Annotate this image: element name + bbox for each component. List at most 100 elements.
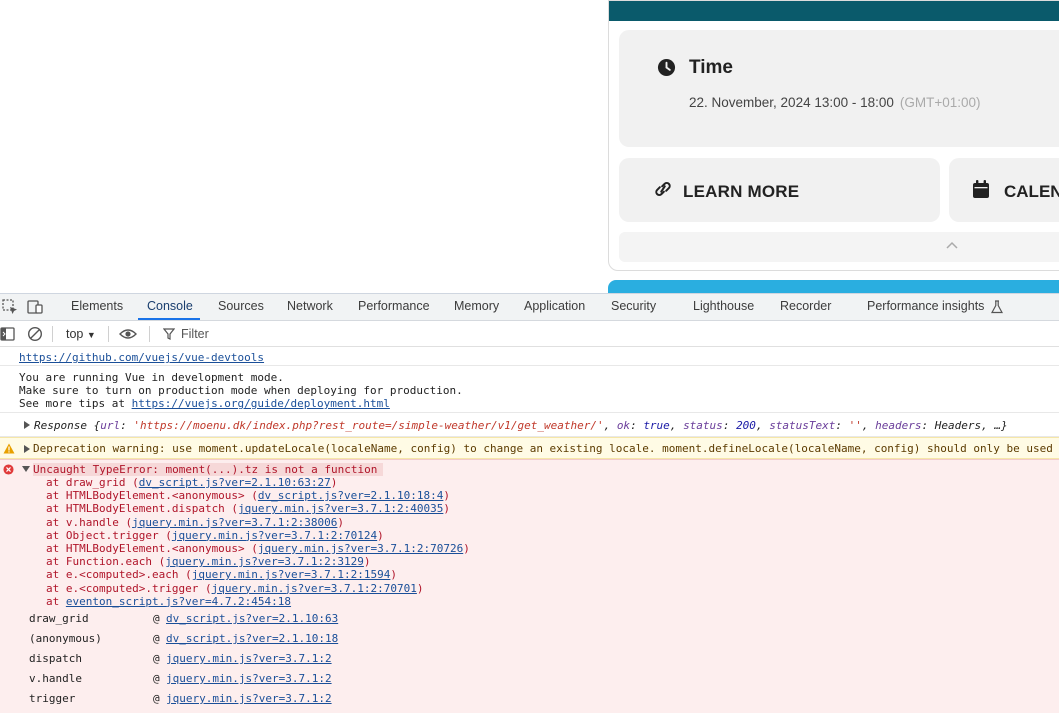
tab-network[interactable]: Network bbox=[287, 299, 333, 313]
call-frame-link[interactable]: dv_script.js?ver=2.1.10:18 bbox=[166, 632, 338, 645]
call-frame-function: dispatch bbox=[29, 652, 82, 665]
tab-performance-insights[interactable]: Performance insights bbox=[867, 299, 984, 313]
devtools-tabbar: Elements Console Sources Network Perform… bbox=[0, 294, 1059, 321]
stack-frame: at HTMLBodyElement.<anonymous> (dv_scrip… bbox=[46, 489, 450, 502]
response-key: url bbox=[100, 419, 121, 432]
learn-more-button[interactable]: LEARN MORE bbox=[619, 158, 940, 222]
response-value: true bbox=[643, 419, 670, 432]
context-selector[interactable]: top ▼ bbox=[66, 327, 96, 341]
stack-frame-text: at e.<computed>.each ( bbox=[46, 568, 192, 582]
console-message-response: Response {url: 'https://moenu.dk/index.p… bbox=[0, 413, 1059, 437]
tab-application[interactable]: Application bbox=[524, 299, 585, 313]
error-icon bbox=[3, 464, 14, 475]
expand-triangle-icon[interactable] bbox=[24, 421, 30, 429]
call-frame-function: draw_grid bbox=[29, 612, 89, 625]
context-value: top bbox=[66, 327, 84, 341]
next-card-header bbox=[608, 280, 1059, 293]
response-value: Headers, …} bbox=[934, 419, 1008, 432]
console-message: You are running Vue in development mode.… bbox=[0, 366, 1059, 413]
chevron-down-icon: ▼ bbox=[86, 330, 96, 340]
stack-frame: at Object.trigger (jquery.min.js?ver=3.7… bbox=[46, 529, 384, 542]
stack-frame-text: at HTMLBodyElement.dispatch ( bbox=[46, 502, 239, 516]
response-prefix: Response { bbox=[34, 419, 101, 432]
page-viewport: Time 22. November, 2024 13:00 - 18:00 (GM… bbox=[0, 0, 1059, 293]
response-value: 200 bbox=[736, 419, 756, 432]
stack-frame-text: ) bbox=[390, 568, 398, 582]
call-frame-at: @ bbox=[153, 612, 160, 625]
event-card: Time 22. November, 2024 13:00 - 18:00 (GM… bbox=[608, 0, 1059, 271]
add-to-calendar-button[interactable]: CALENI bbox=[949, 158, 1059, 222]
stack-frame-link[interactable]: dv_script.js?ver=2.1.10:63:27 bbox=[139, 476, 331, 489]
stack-frame-link[interactable]: jquery.min.js?ver=3.7.1:2:40035 bbox=[238, 502, 443, 515]
response-key: statusText bbox=[769, 419, 836, 432]
time-range: 22. November, 2024 13:00 - 18:00 bbox=[689, 95, 894, 110]
learn-more-label: LEARN MORE bbox=[683, 182, 800, 201]
stack-frame-link[interactable]: jquery.min.js?ver=3.7.1:2:70124 bbox=[172, 529, 377, 542]
time-value: 22. November, 2024 13:00 - 18:00 (GMT+01:… bbox=[689, 95, 981, 110]
tab-lighthouse[interactable]: Lighthouse bbox=[693, 299, 754, 313]
tab-sources[interactable]: Sources bbox=[218, 299, 264, 313]
toolbar-separator bbox=[149, 326, 150, 342]
toolbar-separator bbox=[108, 326, 109, 342]
warning-icon bbox=[3, 443, 15, 454]
tab-security[interactable]: Security bbox=[611, 299, 656, 313]
stack-frame-link[interactable]: jquery.min.js?ver=3.7.1:2:70726 bbox=[258, 542, 463, 555]
stack-frame-link[interactable]: jquery.min.js?ver=3.7.1:2:70701 bbox=[212, 582, 417, 595]
stack-frame-text: ) bbox=[443, 489, 450, 503]
clock-icon bbox=[657, 58, 676, 77]
warning-text: Deprecation warning: use moment.updateLo… bbox=[33, 442, 1053, 455]
stack-frame-link[interactable]: eventon_script.js?ver=4.7.2:454:18 bbox=[66, 595, 291, 608]
expand-triangle-icon[interactable] bbox=[24, 445, 30, 453]
console-message: https://github.com/vuejs/vue-devtools bbox=[0, 347, 1059, 366]
collapse-toggle[interactable] bbox=[619, 232, 1059, 262]
link-icon bbox=[655, 182, 671, 196]
response-object[interactable]: Response {url: 'https://moenu.dk/index.p… bbox=[34, 419, 1008, 432]
call-frame-link[interactable]: jquery.min.js?ver=3.7.1:2 bbox=[166, 672, 332, 685]
inspect-element-icon[interactable] bbox=[2, 299, 18, 315]
call-frame-link[interactable]: dv_script.js?ver=2.1.10:63 bbox=[166, 612, 338, 625]
console-error: Uncaught TypeError: moment(...).tz is no… bbox=[0, 459, 1059, 713]
calendar-icon bbox=[973, 180, 989, 198]
stack-frame-text: at v.handle ( bbox=[46, 515, 133, 529]
call-frame-link[interactable]: jquery.min.js?ver=3.7.1:2 bbox=[166, 652, 332, 665]
sidebar-toggle-icon[interactable] bbox=[0, 326, 16, 342]
tab-recorder[interactable]: Recorder bbox=[780, 299, 831, 313]
stack-frame-text: at Object.trigger ( bbox=[46, 528, 172, 542]
call-frame-at: @ bbox=[153, 652, 160, 665]
tab-memory[interactable]: Memory bbox=[454, 299, 499, 313]
stack-frame-text: at draw_grid ( bbox=[46, 476, 139, 489]
stack-frame-text: at bbox=[46, 594, 66, 608]
stack-frame-text: ) bbox=[330, 476, 338, 489]
response-value: 'https://moenu.dk/index.php?rest_route=/… bbox=[133, 419, 604, 432]
call-frame-at: @ bbox=[153, 632, 160, 645]
vue-deployment-link[interactable]: https://vuejs.org/guide/deployment.html bbox=[132, 397, 390, 410]
collapse-triangle-icon[interactable] bbox=[22, 466, 30, 472]
calendar-label: CALENI bbox=[1004, 182, 1059, 201]
stack-frame-link[interactable]: jquery.min.js?ver=3.7.1:2:3129 bbox=[165, 555, 364, 568]
stack-frame-text: ) bbox=[337, 515, 345, 529]
stack-frame-link[interactable]: jquery.min.js?ver=3.7.1:2:38006 bbox=[132, 516, 337, 529]
stack-frame-text: at HTMLBodyElement.<anonymous> ( bbox=[46, 542, 258, 555]
tab-performance[interactable]: Performance bbox=[358, 299, 430, 313]
chevron-up-icon bbox=[946, 241, 958, 249]
tab-console[interactable]: Console bbox=[147, 299, 193, 313]
stack-frame-text: ) bbox=[363, 555, 371, 569]
stack-frame-link[interactable]: dv_script.js?ver=2.1.10:18:4 bbox=[258, 489, 443, 502]
clear-console-icon[interactable] bbox=[27, 326, 43, 342]
call-frame-at: @ bbox=[153, 672, 160, 685]
stack-frame-text: ) bbox=[416, 581, 424, 595]
console-toolbar: top ▼ Filter bbox=[0, 321, 1059, 347]
stack-frame-text: ) bbox=[443, 502, 450, 516]
stack-frame-link[interactable]: jquery.min.js?ver=3.7.1:2:1594 bbox=[192, 568, 391, 581]
filter-input[interactable]: Filter bbox=[181, 327, 209, 341]
call-frame-at: @ bbox=[153, 692, 160, 705]
tab-elements[interactable]: Elements bbox=[71, 299, 123, 313]
vue-devtools-link[interactable]: https://github.com/vuejs/vue-devtools bbox=[19, 351, 264, 364]
device-toolbar-icon[interactable] bbox=[27, 299, 43, 315]
response-key: ok bbox=[616, 419, 631, 432]
eye-icon[interactable] bbox=[119, 326, 137, 342]
call-frame-link[interactable]: jquery.min.js?ver=3.7.1:2 bbox=[166, 692, 332, 705]
call-frame-function: v.handle bbox=[29, 672, 82, 685]
time-title: Time bbox=[689, 57, 734, 78]
response-key: status bbox=[683, 419, 723, 432]
